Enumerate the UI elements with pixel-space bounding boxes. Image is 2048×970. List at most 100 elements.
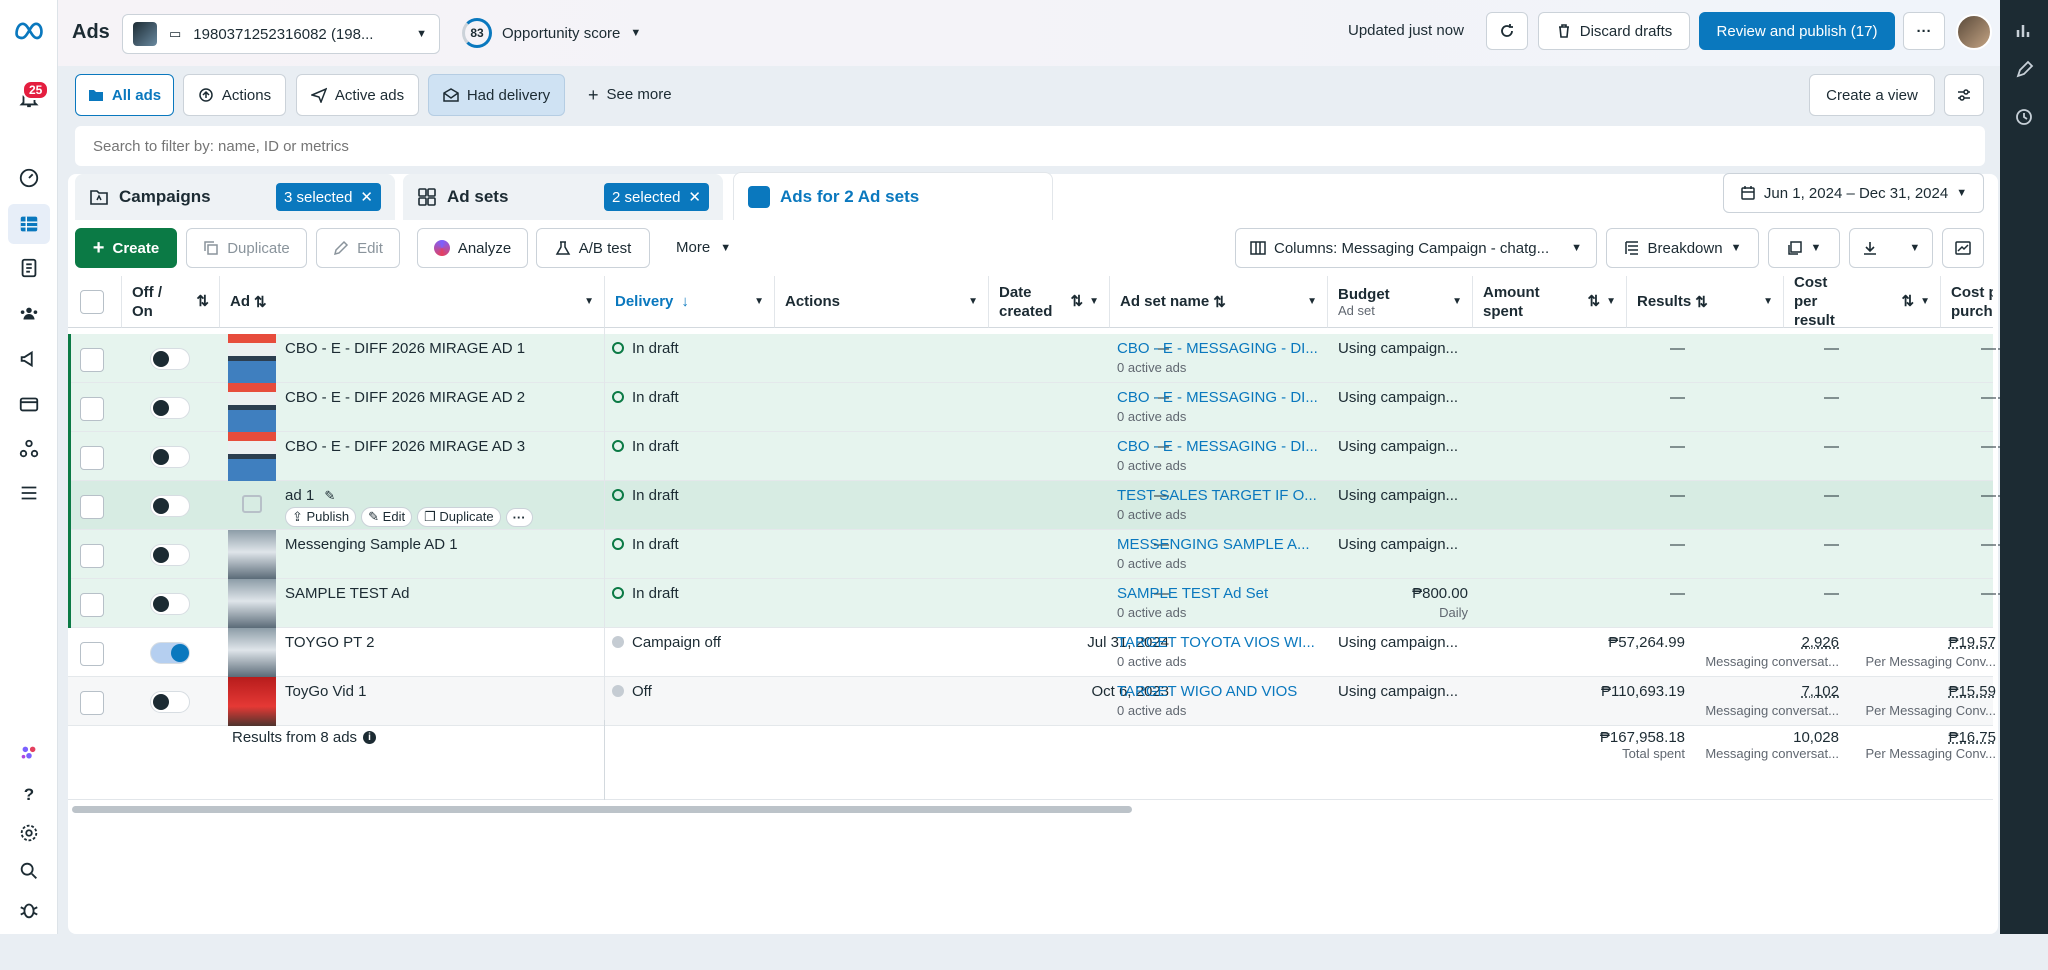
ad-name[interactable]: CBO - E - DIFF 2026 MIRAGE AD 3	[285, 438, 665, 487]
sort-icon[interactable]: ⇅	[196, 292, 209, 311]
col-amount-spent-header[interactable]: Amount spent ⇅ ▼	[1473, 276, 1627, 328]
see-more-filters[interactable]: + See more	[588, 86, 672, 104]
ad-thumbnail[interactable]	[228, 628, 276, 677]
ad-thumbnail[interactable]	[228, 334, 276, 383]
sort-icon[interactable]: ⇅	[1071, 292, 1084, 311]
bug-report-icon[interactable]	[15, 896, 43, 924]
row-checkbox[interactable]	[80, 495, 104, 519]
row-toggle[interactable]	[150, 691, 190, 713]
charts-button[interactable]	[1942, 228, 1984, 268]
ad-account-selector[interactable]: ▭ 1980371252316082 (198... ▼	[122, 14, 440, 54]
meta-ai-icon[interactable]	[15, 739, 43, 767]
row-checkbox[interactable]	[80, 691, 104, 715]
row-checkbox[interactable]	[80, 642, 104, 666]
adset-link[interactable]: CBO - E - MESSAGING - DI...	[1117, 340, 1322, 357]
col-offon-header[interactable]: Off / On ⇅	[122, 276, 220, 328]
ad-thumbnail[interactable]	[228, 481, 276, 530]
row-toggle[interactable]	[150, 446, 190, 468]
row-toggle[interactable]	[150, 544, 190, 566]
actions-filter[interactable]: Actions	[183, 74, 286, 116]
chevron-down-icon[interactable]: ▼	[1089, 292, 1099, 311]
adset-link[interactable]: TEST SALES TARGET IF O...	[1117, 487, 1322, 504]
ad-name[interactable]: CBO - E - DIFF 2026 MIRAGE AD 1	[285, 340, 665, 389]
table-row[interactable]: TOYGO PT 2 Campaign off Jul 31, 2024 TAR…	[68, 628, 1996, 677]
date-range-picker[interactable]: Jun 1, 2024 – Dec 31, 2024 ▼	[1723, 173, 1984, 213]
row-toggle[interactable]	[150, 348, 190, 370]
sort-icon[interactable]: ⇅	[1588, 292, 1601, 311]
ads-manager-table-icon[interactable]	[8, 204, 50, 244]
settings-gear-icon[interactable]	[15, 819, 43, 847]
help-icon[interactable]: ?	[15, 781, 43, 809]
col-delivery-header[interactable]: Delivery ↓ ▼	[605, 276, 775, 328]
adset-link[interactable]: CBO - E - MESSAGING - DI...	[1117, 389, 1322, 406]
table-row[interactable]: Messenging Sample AD 1 In draft — MESSEN…	[68, 530, 2013, 579]
search-bar[interactable]	[75, 126, 1985, 166]
row-checkbox[interactable]	[80, 544, 104, 568]
adset-link[interactable]: TARGET WIGO AND VIOS	[1117, 683, 1322, 700]
chevron-down-icon[interactable]: ▼	[1763, 296, 1773, 307]
refresh-button[interactable]	[1486, 12, 1528, 50]
row-toggle[interactable]	[150, 642, 190, 664]
chevron-down-icon[interactable]: ▼	[1307, 296, 1317, 307]
table-row[interactable]: CBO - E - DIFF 2026 MIRAGE AD 2 In draft…	[68, 383, 2013, 432]
reports-icon[interactable]	[15, 254, 43, 282]
sort-icon[interactable]: ⇅	[1902, 292, 1915, 311]
columns-selector[interactable]: Columns: Messaging Campaign - chatg... ▼	[1235, 228, 1597, 268]
row-checkbox[interactable]	[80, 397, 104, 421]
more-options-button[interactable]: ···	[1903, 12, 1945, 50]
adset-link[interactable]: CBO - E - MESSAGING - DI...	[1117, 438, 1322, 455]
search-input[interactable]	[75, 126, 1985, 166]
more-dropdown[interactable]: More ▼	[676, 239, 731, 256]
ad-thumbnail[interactable]	[228, 432, 276, 481]
events-manager-icon[interactable]	[15, 435, 43, 463]
col-adset-name-header[interactable]: Ad set name ⇅ ▼	[1110, 276, 1328, 328]
chevron-down-icon[interactable]: ▼	[1920, 292, 1930, 311]
ad-thumbnail[interactable]	[228, 677, 276, 726]
view-settings-button[interactable]	[1944, 74, 1984, 116]
table-row[interactable]: ToyGo Vid 1 Off Oct 6, 2023 TARGET WIGO …	[68, 677, 1996, 726]
reports-dropdown[interactable]: ▼	[1768, 228, 1840, 268]
duplicate-button[interactable]: Duplicate	[186, 228, 307, 268]
all-tools-menu-icon[interactable]	[15, 479, 43, 507]
table-row[interactable]: SAMPLE TEST Ad In draft — SAMPLE TEST Ad…	[68, 579, 2013, 628]
ad-thumbnail[interactable]	[228, 530, 276, 579]
ad-name[interactable]: CBO - E - DIFF 2026 MIRAGE AD 2	[285, 389, 665, 438]
row-toggle[interactable]	[150, 495, 190, 517]
col-cost-purchase-header[interactable]: Cost p purcha	[1941, 276, 1993, 328]
row-checkbox[interactable]	[80, 593, 104, 617]
adsets-selected-chip[interactable]: 2 selected ✕	[604, 183, 709, 211]
publish-button[interactable]: ⇪ Publish	[285, 507, 357, 527]
row-more-button[interactable]: ···	[505, 507, 533, 527]
chart-icon[interactable]	[2014, 21, 2034, 41]
export-dropdown[interactable]: ▼	[1849, 228, 1933, 268]
profile-avatar[interactable]	[1956, 14, 1992, 50]
active-ads-filter[interactable]: Active ads	[296, 74, 419, 116]
billing-card-icon[interactable]	[15, 390, 43, 418]
row-checkbox[interactable]	[80, 446, 104, 470]
close-icon[interactable]: ✕	[688, 188, 701, 206]
col-results-header[interactable]: Results ⇅ ▼	[1627, 276, 1784, 328]
row-checkbox[interactable]	[80, 348, 104, 372]
col-budget-header[interactable]: Budget Ad set ▼	[1328, 276, 1473, 328]
col-ad-header[interactable]: Ad ⇅ ▼	[220, 276, 605, 328]
pencil-icon[interactable]: ✎	[324, 488, 335, 503]
ad-thumbnail[interactable]	[228, 579, 276, 628]
tab-adsets[interactable]: Ad sets 2 selected ✕	[403, 174, 723, 220]
sort-icon[interactable]: ⇅	[254, 293, 267, 311]
chevron-down-icon[interactable]: ▼	[1452, 296, 1462, 307]
meta-logo-icon[interactable]	[12, 16, 46, 44]
audiences-icon[interactable]	[15, 300, 43, 328]
chevron-down-icon[interactable]: ▼	[584, 296, 594, 307]
ad-name[interactable]: TOYGO PT 2	[285, 634, 665, 683]
select-all-checkbox[interactable]	[80, 290, 104, 314]
breakdown-selector[interactable]: Breakdown ▼	[1606, 228, 1759, 268]
history-clock-icon[interactable]	[2014, 107, 2034, 127]
table-row[interactable]: CBO - E - DIFF 2026 MIRAGE AD 3 In draft…	[68, 432, 2013, 481]
had-delivery-filter[interactable]: Had delivery	[428, 74, 565, 116]
sort-desc-icon[interactable]: ↓	[681, 293, 689, 310]
discard-drafts-button[interactable]: Discard drafts	[1538, 12, 1690, 50]
opportunity-score[interactable]: 83 Opportunity score ▼	[462, 18, 641, 48]
create-button[interactable]: + Create	[75, 228, 177, 268]
adset-link[interactable]: SAMPLE TEST Ad Set	[1117, 585, 1322, 602]
dashboard-icon[interactable]	[15, 164, 43, 192]
